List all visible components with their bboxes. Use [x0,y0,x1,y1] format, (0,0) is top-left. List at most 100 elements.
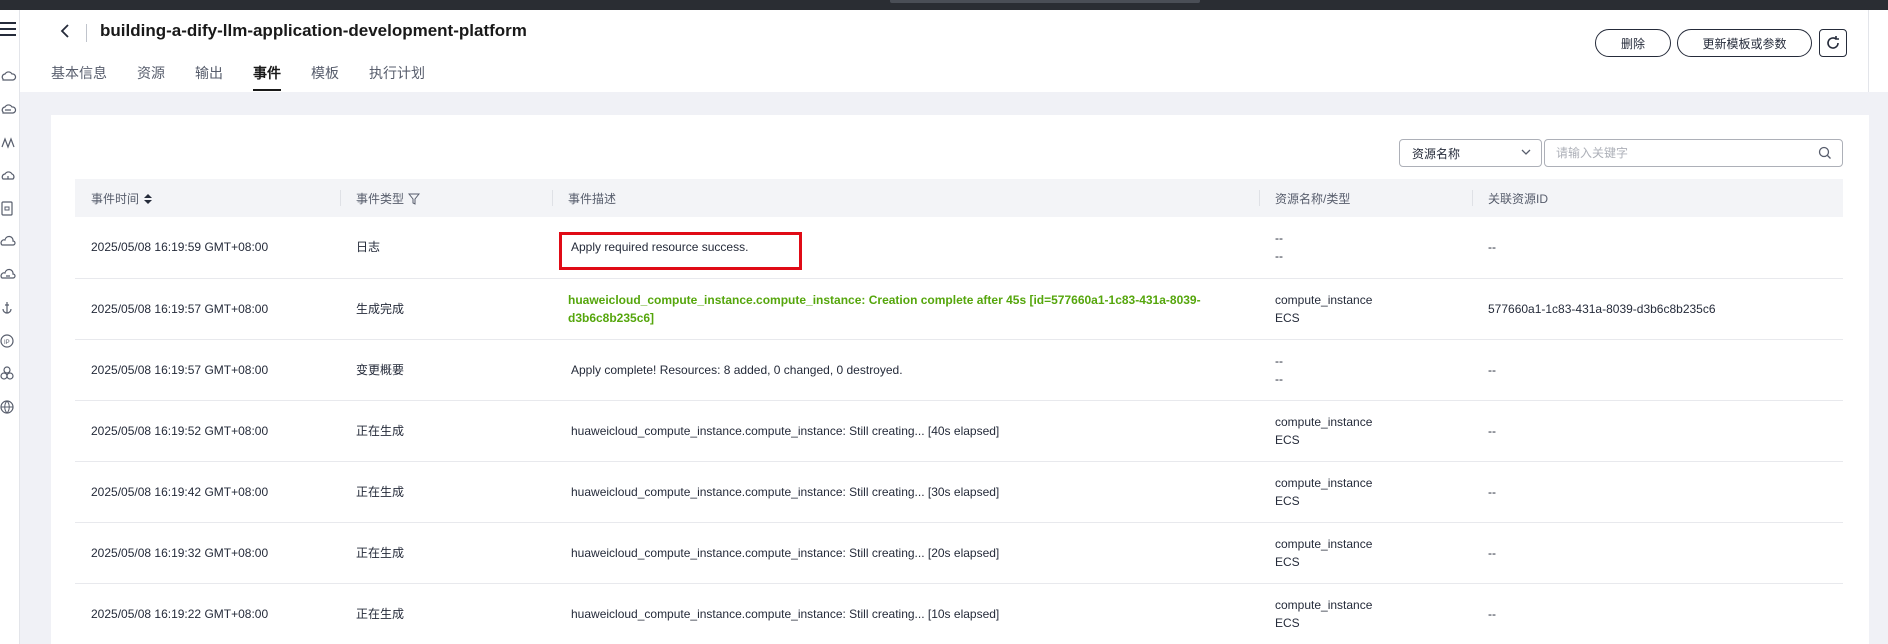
event-type: 正在生成 [340,461,552,523]
resource-name-type: -- -- [1259,339,1472,401]
page-scrollbar[interactable] [1868,10,1888,92]
table-header-row: 事件时间 事件类型 事件描述 资源名称/类型 关联资源ID [75,179,1843,217]
resource-name-type: compute_instance ECS [1259,583,1472,644]
tab-outputs[interactable]: 输出 [195,63,223,91]
filter-field-select[interactable]: 资源名称 [1399,139,1542,167]
related-resource-id: -- [1472,400,1843,462]
tab-resources[interactable]: 资源 [137,63,165,91]
resource-name-type: compute_instance ECS [1259,522,1472,584]
resource-name: -- [1275,231,1283,246]
cloud-sync-icon[interactable] [0,266,18,284]
event-type: 日志 [340,217,552,279]
tab-basic-info[interactable]: 基本信息 [51,63,107,91]
resource-type: ECS [1275,310,1300,325]
col-event-type[interactable]: 事件类型 [340,179,552,217]
browser-top-bar [0,0,1888,10]
tab-template[interactable]: 模板 [311,63,339,91]
event-type: 正在生成 [340,400,552,462]
cloud-upload-icon[interactable] [0,167,18,185]
col-event-time[interactable]: 事件时间 [75,179,340,217]
col-resource-name-type: 资源名称/类型 [1259,179,1472,217]
event-description: huaweicloud_compute_instance.compute_ins… [552,461,1259,523]
event-time: 2025/05/08 16:19:52 GMT+08:00 [75,400,340,462]
event-description-text: huaweicloud_compute_instance.compute_ins… [568,292,1201,325]
table-row: 2025/05/08 16:19:32 GMT+08:00 正在生成 huawe… [75,522,1843,584]
tab-events[interactable]: 事件 [253,63,281,91]
resource-type: ECS [1275,493,1300,508]
delete-button[interactable]: 删除 [1595,29,1671,57]
resource-type: -- [1275,249,1283,264]
svg-text:IP: IP [4,340,10,346]
col-event-description: 事件描述 [552,179,1259,217]
event-time: 2025/05/08 16:19:32 GMT+08:00 [75,522,340,584]
ip-icon[interactable]: IP [0,332,18,350]
detail-tabs: 基本信息 资源 输出 事件 模板 执行计划 [51,63,455,91]
resource-name: compute_instance [1275,414,1373,429]
column-divider [552,190,553,206]
sort-icon[interactable] [143,193,153,205]
back-arrow-icon[interactable] [58,20,72,42]
related-resource-id: -- [1472,583,1843,644]
event-description: huaweicloud_compute_instance.compute_ins… [552,278,1259,340]
table-row: 2025/05/08 16:19:52 GMT+08:00 正在生成 huawe… [75,400,1843,462]
related-resource-id: -- [1472,339,1843,401]
event-description: huaweicloud_compute_instance.compute_ins… [552,400,1259,462]
filter-field-value: 资源名称 [1412,146,1461,161]
resource-type: ECS [1275,554,1300,569]
related-resource-id: 577660a1-1c83-431a-8039-d3b6c8b235c6 [1472,278,1843,340]
col-related-resource-id: 关联资源ID [1472,179,1843,217]
resource-name-type: -- -- [1259,217,1472,279]
database-icon[interactable] [0,101,18,119]
cluster-icon[interactable] [0,365,18,383]
column-divider [340,190,341,206]
related-resource-id: -- [1472,217,1843,279]
page-header: building-a-dify-llm-application-developm… [20,10,1888,92]
event-type: 正在生成 [340,522,552,584]
event-type: 变更概要 [340,339,552,401]
refresh-button[interactable] [1819,29,1847,57]
cloud-server-icon[interactable] [0,68,18,86]
menu-icon[interactable] [0,22,16,36]
page-title: building-a-dify-llm-application-developm… [100,21,527,40]
title-divider [86,24,87,42]
event-time: 2025/05/08 16:19:59 GMT+08:00 [75,217,340,279]
search-input[interactable] [1545,140,1795,166]
column-divider [1259,190,1260,206]
event-time: 2025/05/08 16:19:22 GMT+08:00 [75,583,340,644]
cloud-icon[interactable] [0,233,18,251]
globe-icon[interactable] [0,398,18,416]
chevron-down-icon [1521,149,1531,155]
event-description: Apply complete! Resources: 8 added, 0 ch… [552,339,1259,401]
events-table: 事件时间 事件类型 事件描述 资源名称/类型 关联资源ID 2025/05/08… [75,179,1843,644]
resource-name-type: compute_instance ECS [1259,400,1472,462]
left-service-nav: IP [0,10,20,644]
table-row: 2025/05/08 16:19:59 GMT+08:00 日志 Apply r… [75,217,1843,279]
event-time: 2025/05/08 16:19:57 GMT+08:00 [75,339,340,401]
refresh-icon [1827,36,1839,49]
event-time: 2025/05/08 16:19:42 GMT+08:00 [75,461,340,523]
resource-type: -- [1275,371,1283,386]
resource-name: -- [1275,353,1283,368]
related-resource-id: -- [1472,461,1843,523]
tab-execution-plan[interactable]: 执行计划 [369,63,425,91]
event-description: huaweicloud_compute_instance.compute_ins… [552,522,1259,584]
resource-type: ECS [1275,615,1300,630]
event-type: 正在生成 [340,583,552,644]
table-row: 2025/05/08 16:19:42 GMT+08:00 正在生成 huawe… [75,461,1843,523]
document-icon[interactable] [0,200,18,218]
event-description: huaweicloud_compute_instance.compute_ins… [552,583,1259,644]
table-row: 2025/05/08 16:19:22 GMT+08:00 正在生成 huawe… [75,583,1843,644]
resource-name: compute_instance [1275,292,1373,307]
monitor-icon[interactable] [0,134,18,152]
filter-icon[interactable] [408,193,421,206]
search-box [1544,139,1843,167]
resource-name: compute_instance [1275,475,1373,490]
related-resource-id: -- [1472,522,1843,584]
resource-type: ECS [1275,432,1300,447]
address-bar-edge [890,0,1200,3]
update-template-button[interactable]: 更新模板或参数 [1677,29,1812,57]
anchor-icon[interactable] [0,299,18,317]
table-row: 2025/05/08 16:19:57 GMT+08:00 生成完成 huawe… [75,278,1843,340]
search-icon[interactable] [1818,146,1832,160]
resource-name: compute_instance [1275,597,1373,612]
